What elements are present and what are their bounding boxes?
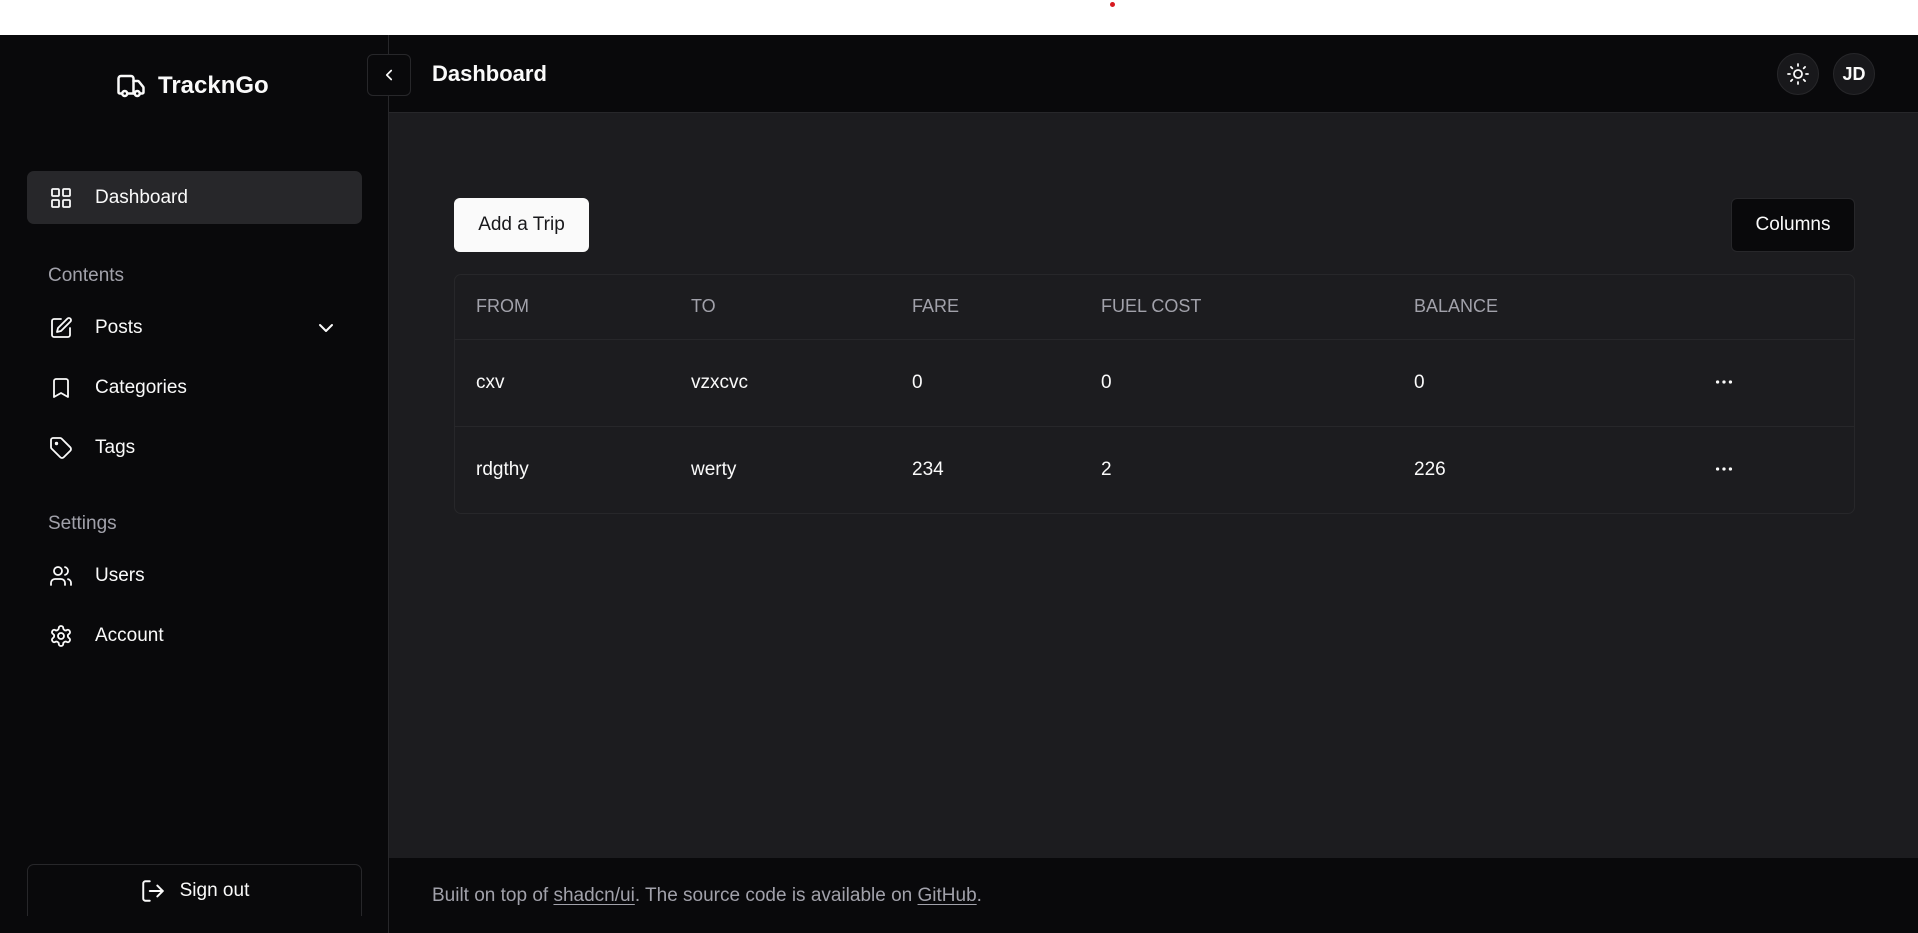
table-row: rdgthy werty 234 2 226 [455, 426, 1854, 513]
sun-icon [1787, 63, 1809, 85]
cell-to: werty [691, 458, 737, 480]
truck-icon [117, 74, 145, 98]
bookmark-icon [53, 377, 69, 398]
cell-balance: 0 [1393, 339, 1687, 427]
column-header-fare[interactable]: FARE [891, 275, 1080, 340]
section-label-settings: Settings [48, 513, 117, 534]
cell-actions [1687, 426, 1854, 513]
trips-table: FROM TO FARE FUEL COST BALANCE cxv vzxcv… [454, 274, 1855, 514]
footer-text-prefix: Built on top of [432, 884, 554, 906]
footer-text-suffix: . [976, 884, 982, 906]
cell-from: rdgthy [476, 458, 529, 480]
chevron-left-icon [385, 69, 393, 81]
red-dot-indicator [1110, 2, 1115, 7]
sidebar-item-account[interactable]: Account [27, 609, 362, 662]
sign-out-label: Sign out [179, 879, 250, 901]
cell-to: vzxcvc [670, 339, 891, 427]
brand-logo[interactable]: TracknGo [116, 69, 269, 103]
sidebar-item-label: Users [95, 564, 145, 586]
cell-fuel-cost: 2 [1101, 458, 1112, 480]
top-header: Dashboard JD [367, 35, 1918, 113]
column-header-fuel-cost[interactable]: FUEL COST [1080, 275, 1393, 340]
github-link[interactable]: GitHub [918, 885, 977, 907]
collapse-sidebar-button[interactable] [367, 54, 411, 96]
cell-from: cxv [455, 339, 670, 427]
cell-actions [1687, 339, 1854, 427]
avatar[interactable]: JD [1833, 53, 1875, 95]
main-content: Add a Trip Columns FROM TO FARE FUEL COS… [389, 113, 1918, 858]
sidebar-item-label: Categories [95, 376, 187, 398]
sidebar-item-label: Posts [95, 316, 143, 338]
row-actions-button[interactable] [1708, 366, 1740, 398]
shadcn-ui-link[interactable]: shadcn/ui [553, 885, 634, 907]
users-icon [50, 565, 72, 586]
top-strip [0, 0, 1918, 35]
section-label-contents: Contents [48, 265, 125, 286]
brand-name: TracknGo [158, 72, 269, 99]
sidebar-item-label: Account [95, 624, 164, 646]
columns-button[interactable]: Columns [1731, 198, 1855, 252]
sidebar-item-users[interactable]: Users [27, 549, 362, 602]
footer: Built on top of shadcn/ui . The source c… [389, 858, 1918, 933]
add-trip-button[interactable]: Add a Trip [454, 198, 589, 252]
row-actions-button[interactable] [1708, 453, 1740, 485]
column-header-to[interactable]: TO [670, 275, 891, 340]
pencil-square-icon [51, 316, 72, 338]
gear-icon [51, 624, 71, 647]
layout-grid-icon [51, 187, 71, 208]
sidebar-item-posts[interactable]: Posts [27, 301, 362, 354]
chevron-down-icon[interactable] [314, 316, 338, 340]
table-header-row: FROM TO FARE FUEL COST BALANCE [455, 275, 1854, 340]
table-row: cxv vzxcvc 0 0 0 [455, 339, 1854, 427]
sidebar-item-label: Dashboard [95, 186, 188, 208]
page-title: Dashboard [432, 61, 547, 86]
column-header-actions [1687, 275, 1854, 340]
cell-balance: 226 [1414, 458, 1446, 480]
sidebar-item-categories[interactable]: Categories [27, 361, 362, 414]
cell-fare: 234 [912, 458, 944, 480]
more-horizontal-icon [1715, 467, 1733, 471]
column-header-from[interactable]: FROM [455, 275, 670, 340]
sidebar-item-label: Tags [95, 436, 136, 458]
cell-fare: 0 [891, 339, 1080, 427]
column-header-balance[interactable]: BALANCE [1393, 275, 1687, 340]
sign-out-button[interactable]: Sign out [27, 864, 362, 916]
sidebar-item-tags[interactable]: Tags [27, 421, 362, 474]
more-horizontal-icon [1715, 380, 1733, 384]
theme-toggle-button[interactable] [1777, 53, 1819, 95]
log-out-icon [141, 879, 164, 902]
footer-text-middle: . The source code is available on [634, 884, 918, 906]
cell-fuel-cost: 0 [1080, 339, 1393, 427]
sidebar: TracknGo Dashboard Contents Posts Catego… [0, 35, 389, 933]
sidebar-item-dashboard[interactable]: Dashboard [27, 171, 362, 224]
tag-icon [50, 436, 72, 459]
